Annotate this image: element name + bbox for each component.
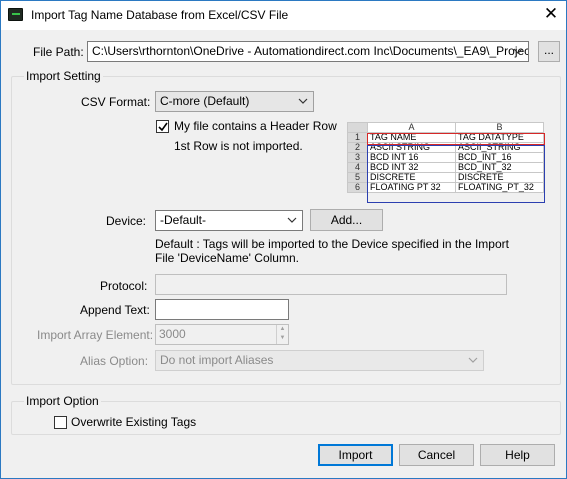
csv-format-label: CSV Format: bbox=[81, 95, 151, 109]
alias-option-value: Do not import Aliases bbox=[160, 353, 274, 367]
device-note-line1: Default : Tags will be imported to the D… bbox=[155, 237, 509, 251]
import-setting-title: Import Setting bbox=[24, 69, 103, 83]
browse-button[interactable]: ... bbox=[538, 41, 560, 62]
add-device-button[interactable]: Add... bbox=[310, 209, 383, 231]
data-rows-highlight bbox=[367, 145, 545, 203]
import-option-title: Import Option bbox=[24, 394, 101, 408]
device-label: Device: bbox=[106, 214, 147, 228]
sheet-row-number: 1 bbox=[347, 132, 368, 143]
device-note-line2: File 'DeviceName' Column. bbox=[155, 251, 299, 265]
close-button[interactable]: ✕ bbox=[536, 2, 566, 28]
import-dialog: Import Tag Name Database from Excel/CSV … bbox=[0, 0, 567, 479]
append-text-field[interactable] bbox=[155, 299, 289, 320]
spin-down-icon: ▼ bbox=[279, 335, 286, 341]
sheet-col-header: A bbox=[367, 122, 456, 133]
sheet-row-number: 4 bbox=[347, 162, 368, 173]
csv-format-select[interactable]: C-more (Default) bbox=[155, 91, 314, 112]
example-spreadsheet: A B 1 TAG NAME TAG DATATYPE 2 ASCII STRING A… bbox=[347, 122, 547, 204]
header-row-highlight bbox=[367, 133, 545, 145]
append-text-label: Append Text: bbox=[80, 303, 150, 317]
spinner-buttons[interactable]: ▲ ▼ bbox=[276, 325, 288, 344]
file-path-label: File Path: bbox=[33, 45, 84, 59]
title-bar: Import Tag Name Database from Excel/CSV … bbox=[1, 1, 566, 30]
import-array-element-label: Import Array Element: bbox=[37, 328, 154, 342]
csv-format-value: C-more (Default) bbox=[160, 94, 250, 108]
protocol-field[interactable] bbox=[155, 274, 507, 295]
device-select[interactable]: -Default- bbox=[155, 210, 303, 231]
header-row-note: 1st Row is not imported. bbox=[174, 139, 303, 153]
cancel-button[interactable]: Cancel bbox=[399, 444, 474, 466]
spin-up-icon: ▲ bbox=[279, 326, 286, 332]
chevron-down-icon bbox=[513, 48, 523, 54]
chevron-down-icon bbox=[287, 217, 297, 223]
sheet-row-number: 5 bbox=[347, 172, 368, 183]
overwrite-checkbox[interactable] bbox=[54, 416, 67, 429]
import-array-element-value: 3000 bbox=[159, 327, 186, 341]
import-button[interactable]: Import bbox=[318, 444, 393, 466]
checkmark-icon bbox=[158, 122, 168, 132]
overwrite-label: Overwrite Existing Tags bbox=[71, 415, 197, 429]
chevron-down-icon bbox=[468, 357, 478, 363]
close-icon: ✕ bbox=[543, 4, 559, 23]
sheet-row-number: 6 bbox=[347, 182, 368, 193]
sheet-row-number: 2 bbox=[347, 142, 368, 153]
app-icon bbox=[8, 8, 23, 21]
import-array-element-spinner[interactable]: 3000 ▲ ▼ bbox=[155, 324, 289, 345]
chevron-down-icon bbox=[298, 98, 308, 104]
sheet-col-header: B bbox=[455, 122, 544, 133]
file-path-combo[interactable]: C:\Users\rthornton\OneDrive - Automation… bbox=[87, 41, 529, 62]
header-row-checkbox[interactable] bbox=[156, 120, 169, 133]
device-value: -Default- bbox=[160, 213, 207, 227]
help-button[interactable]: Help bbox=[480, 444, 555, 466]
protocol-label: Protocol: bbox=[100, 279, 148, 293]
window-title: Import Tag Name Database from Excel/CSV … bbox=[31, 8, 289, 22]
sheet-corner bbox=[347, 122, 368, 133]
sheet-row-number: 3 bbox=[347, 152, 368, 163]
header-row-label: My file contains a Header Row bbox=[174, 119, 337, 133]
alias-option-select[interactable]: Do not import Aliases bbox=[155, 350, 484, 371]
file-path-value: C:\Users\rthornton\OneDrive - Automation… bbox=[92, 44, 529, 58]
alias-option-label: Alias Option: bbox=[80, 354, 149, 368]
